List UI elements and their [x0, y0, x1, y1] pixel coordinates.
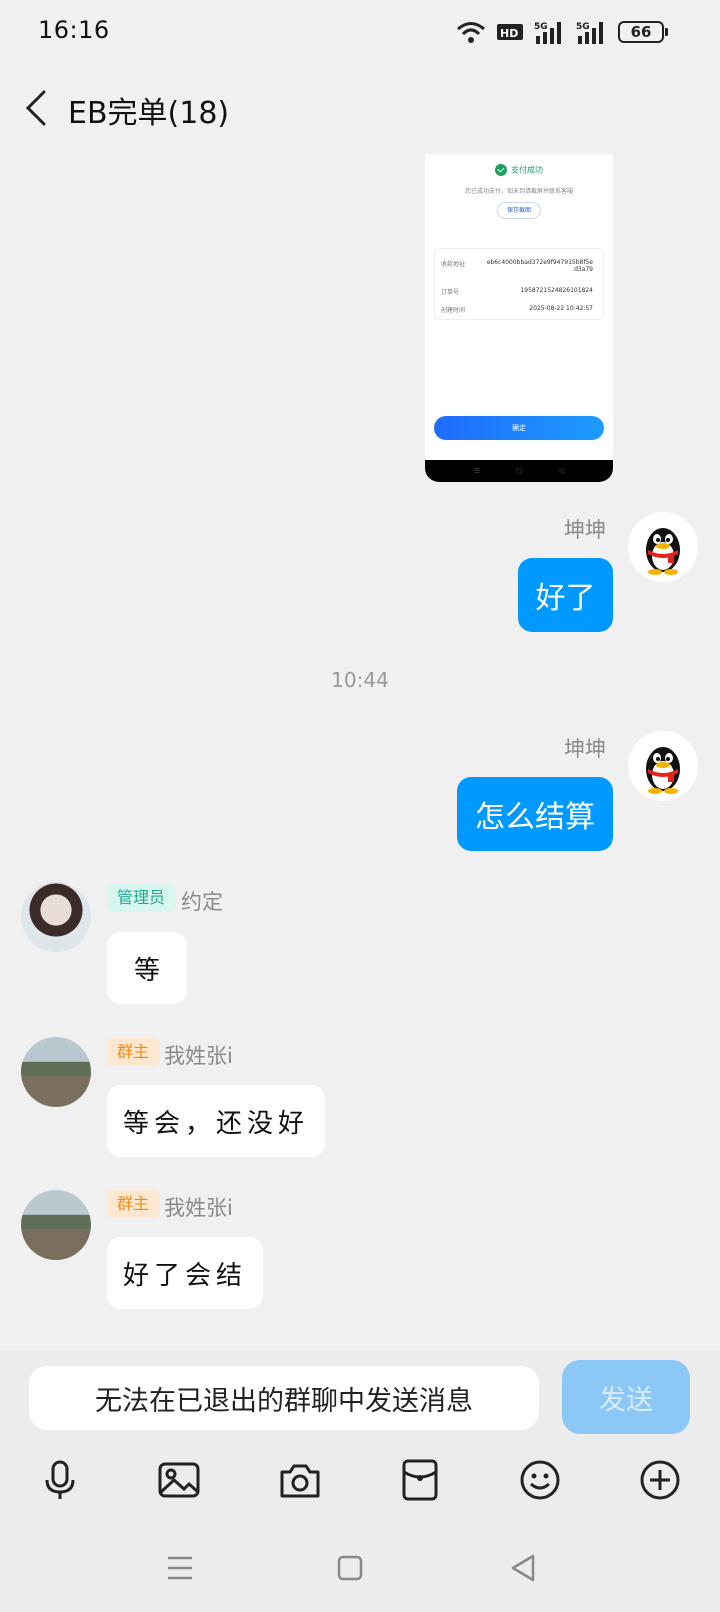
back-button[interactable] — [20, 86, 60, 130]
save-screenshot-button: 保存截图 — [497, 202, 541, 219]
microphone-icon[interactable] — [38, 1458, 82, 1502]
check-icon — [495, 164, 507, 176]
role-badge-owner: 群主 — [107, 1190, 160, 1218]
role-badge-owner: 群主 — [107, 1038, 160, 1066]
message-bubble[interactable]: 好了会结 — [107, 1237, 263, 1309]
chevron-left-icon — [25, 90, 46, 126]
hd-icon: HD — [496, 22, 524, 42]
home-icon[interactable] — [332, 1550, 368, 1586]
plus-icon[interactable] — [638, 1458, 682, 1502]
status-icons: HD 5G 5G 66 — [456, 18, 668, 46]
emoji-icon[interactable] — [518, 1458, 562, 1502]
avatar[interactable] — [21, 1037, 91, 1107]
message-bubble[interactable]: 怎么结算 — [457, 777, 613, 851]
penguin-icon — [646, 528, 680, 575]
camera-icon[interactable] — [278, 1458, 322, 1502]
battery-icon: 66 — [618, 21, 668, 43]
back-triangle-icon[interactable] — [505, 1550, 541, 1586]
sender-name: 我姓张i — [164, 1044, 233, 1068]
svg-text:5G: 5G — [534, 22, 548, 32]
role-badge-admin: 管理员 — [107, 884, 176, 912]
message-input-disabled: 无法在已退出的群聊中发送消息 — [29, 1366, 539, 1430]
red-packet-icon[interactable] — [398, 1458, 442, 1502]
message-bubble[interactable]: 好了 — [518, 558, 613, 632]
wifi-icon — [456, 20, 486, 44]
signal-5g-icon: 5G — [576, 20, 608, 44]
order-row: 订单号 1958721524826101824 — [441, 287, 593, 296]
confirm-button: 确定 — [434, 416, 604, 440]
sender-name: 坤坤 — [564, 737, 606, 761]
payment-hint: 您已成功支付，如未到请截屏并联系客服 — [464, 188, 573, 195]
image-message[interactable]: 支付成功 您已成功支付，如未到请截屏并联系客服 保存截图 收款地址 eb6c400… — [425, 154, 613, 482]
message-bubble[interactable]: 等 — [107, 932, 187, 1004]
avatar[interactable] — [628, 731, 698, 801]
svg-text:5G: 5G — [576, 22, 590, 32]
screenshot-navbar: ☰ □ ◁ — [425, 460, 613, 482]
menu-icon[interactable] — [162, 1550, 198, 1586]
time-separator: 10:44 — [331, 668, 389, 692]
avatar[interactable] — [21, 1190, 91, 1260]
send-button[interactable]: 发送 — [562, 1360, 690, 1434]
chat-title: EB完单(18) — [68, 96, 230, 131]
sender-name: 约定 — [181, 890, 223, 914]
sender-name: 坤坤 — [564, 518, 606, 542]
penguin-icon — [646, 747, 680, 794]
svg-text:HD: HD — [500, 27, 518, 40]
signal-5g-icon: 5G — [534, 20, 566, 44]
order-card: 收款地址 eb6c4000bbad372e9f947915b8f5e d3a79 … — [434, 248, 604, 320]
payment-status: 支付成功 — [425, 164, 613, 176]
avatar[interactable] — [21, 882, 91, 952]
sender-name: 我姓张i — [164, 1196, 233, 1220]
status-time: 16:16 — [38, 16, 110, 44]
message-bubble[interactable]: 等会，还没好 — [107, 1085, 325, 1157]
image-icon[interactable] — [157, 1458, 201, 1502]
avatar[interactable] — [628, 512, 698, 582]
order-row: 创建时间 2025-08-22 10:42:57 — [441, 305, 593, 314]
order-row: 收款地址 eb6c4000bbad372e9f947915b8f5e d3a79 — [441, 259, 593, 273]
